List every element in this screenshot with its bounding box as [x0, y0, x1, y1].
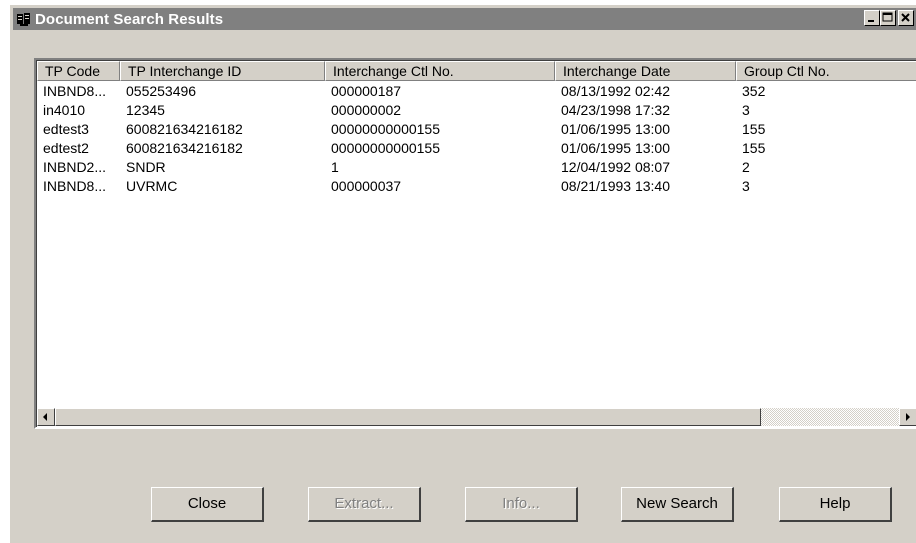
cell-group-ctl-no: 155 — [742, 140, 766, 156]
cell-tp-interchange-id: 055253496 — [126, 83, 197, 99]
cell-group-ctl-no: 352 — [742, 83, 766, 99]
info-button[interactable]: Info... — [465, 487, 578, 522]
column-header-tp-interchange-id[interactable]: TP Interchange ID — [120, 61, 325, 81]
cell-interchange-date: 04/23/1998 17:32 — [561, 102, 670, 118]
column-header-row: TP Code TP Interchange ID Interchange Ct… — [37, 61, 916, 81]
cell-tp-interchange-id: 600821634216182 — [126, 140, 243, 156]
cell-interchange-ctl-no: 000000037 — [331, 178, 402, 194]
app-icon — [16, 11, 32, 27]
new-search-button[interactable]: New Search — [621, 487, 734, 522]
cell-interchange-ctl-no: 00000000000155 — [331, 140, 441, 156]
close-button[interactable]: Close — [151, 487, 264, 522]
minimize-button[interactable] — [864, 10, 880, 26]
cell-tp-interchange-id: UVRMC — [126, 178, 178, 194]
column-header-tp-code[interactable]: TP Code — [37, 61, 120, 81]
column-header-group-ctl-no[interactable]: Group Ctl No. — [736, 61, 916, 81]
scroll-left-button[interactable] — [37, 408, 55, 426]
scroll-right-button[interactable] — [899, 408, 916, 426]
maximize-button[interactable] — [880, 10, 896, 26]
cell-interchange-ctl-no: 1 — [331, 159, 339, 175]
table-row[interactable]: INBND2... SNDR 1 12/04/1992 08:07 2 — [37, 158, 916, 177]
column-header-interchange-ctl-no[interactable]: Interchange Ctl No. — [325, 61, 555, 81]
window-title: Document Search Results — [35, 10, 224, 28]
extract-button[interactable]: Extract... — [308, 487, 421, 522]
cell-tp-interchange-id: 600821634216182 — [126, 121, 243, 137]
cell-tp-code: INBND8... — [43, 178, 107, 194]
scrollbar-thumb[interactable] — [55, 408, 761, 426]
cell-tp-code: INBND8... — [43, 83, 107, 99]
cell-group-ctl-no: 3 — [742, 102, 750, 118]
horizontal-scrollbar[interactable] — [37, 408, 916, 426]
table-row[interactable]: edtest2 600821634216182 00000000000155 0… — [37, 139, 916, 158]
table-row[interactable]: in4010 12345 000000002 04/23/1998 17:32 … — [37, 101, 916, 120]
cell-interchange-date: 12/04/1992 08:07 — [561, 159, 670, 175]
table-body: INBND8... 055253496 000000187 08/13/1992… — [37, 82, 916, 196]
close-icon — [901, 13, 910, 22]
cell-interchange-date: 01/06/1995 13:00 — [561, 140, 670, 156]
cell-group-ctl-no: 3 — [742, 178, 750, 194]
cell-tp-interchange-id: 12345 — [126, 102, 165, 118]
cell-interchange-ctl-no: 000000187 — [331, 83, 402, 99]
arrow-left-icon — [43, 413, 47, 421]
cell-group-ctl-no: 2 — [742, 159, 750, 175]
minimize-icon — [868, 20, 874, 22]
cell-tp-code: INBND2... — [43, 159, 107, 175]
cell-interchange-ctl-no: 000000002 — [331, 102, 402, 118]
document-search-results-window: Document Search Results TP Code TP Inter… — [10, 5, 916, 543]
cell-tp-code: edtest3 — [43, 121, 89, 137]
cell-interchange-date: 01/06/1995 13:00 — [561, 121, 670, 137]
help-button[interactable]: Help — [779, 487, 892, 522]
cell-tp-interchange-id: SNDR — [126, 159, 166, 175]
results-list-view[interactable]: TP Code TP Interchange ID Interchange Ct… — [34, 58, 916, 429]
cell-group-ctl-no: 155 — [742, 121, 766, 137]
cell-interchange-date: 08/21/1993 13:40 — [561, 178, 670, 194]
maximize-icon — [882, 12, 893, 22]
table-row[interactable]: INBND8... UVRMC 000000037 08/21/1993 13:… — [37, 177, 916, 196]
cell-tp-code: in4010 — [43, 102, 86, 118]
cell-tp-code: edtest2 — [43, 140, 89, 156]
close-window-button[interactable] — [898, 10, 914, 26]
scrollbar-track[interactable] — [761, 408, 899, 426]
title-bar[interactable]: Document Search Results — [13, 8, 916, 30]
table-row[interactable]: edtest3 600821634216182 00000000000155 0… — [37, 120, 916, 139]
cell-interchange-ctl-no: 00000000000155 — [331, 121, 441, 137]
arrow-right-icon — [906, 413, 910, 421]
column-header-interchange-date[interactable]: Interchange Date — [555, 61, 736, 81]
cell-interchange-date: 08/13/1992 02:42 — [561, 83, 670, 99]
table-row[interactable]: INBND8... 055253496 000000187 08/13/1992… — [37, 82, 916, 101]
